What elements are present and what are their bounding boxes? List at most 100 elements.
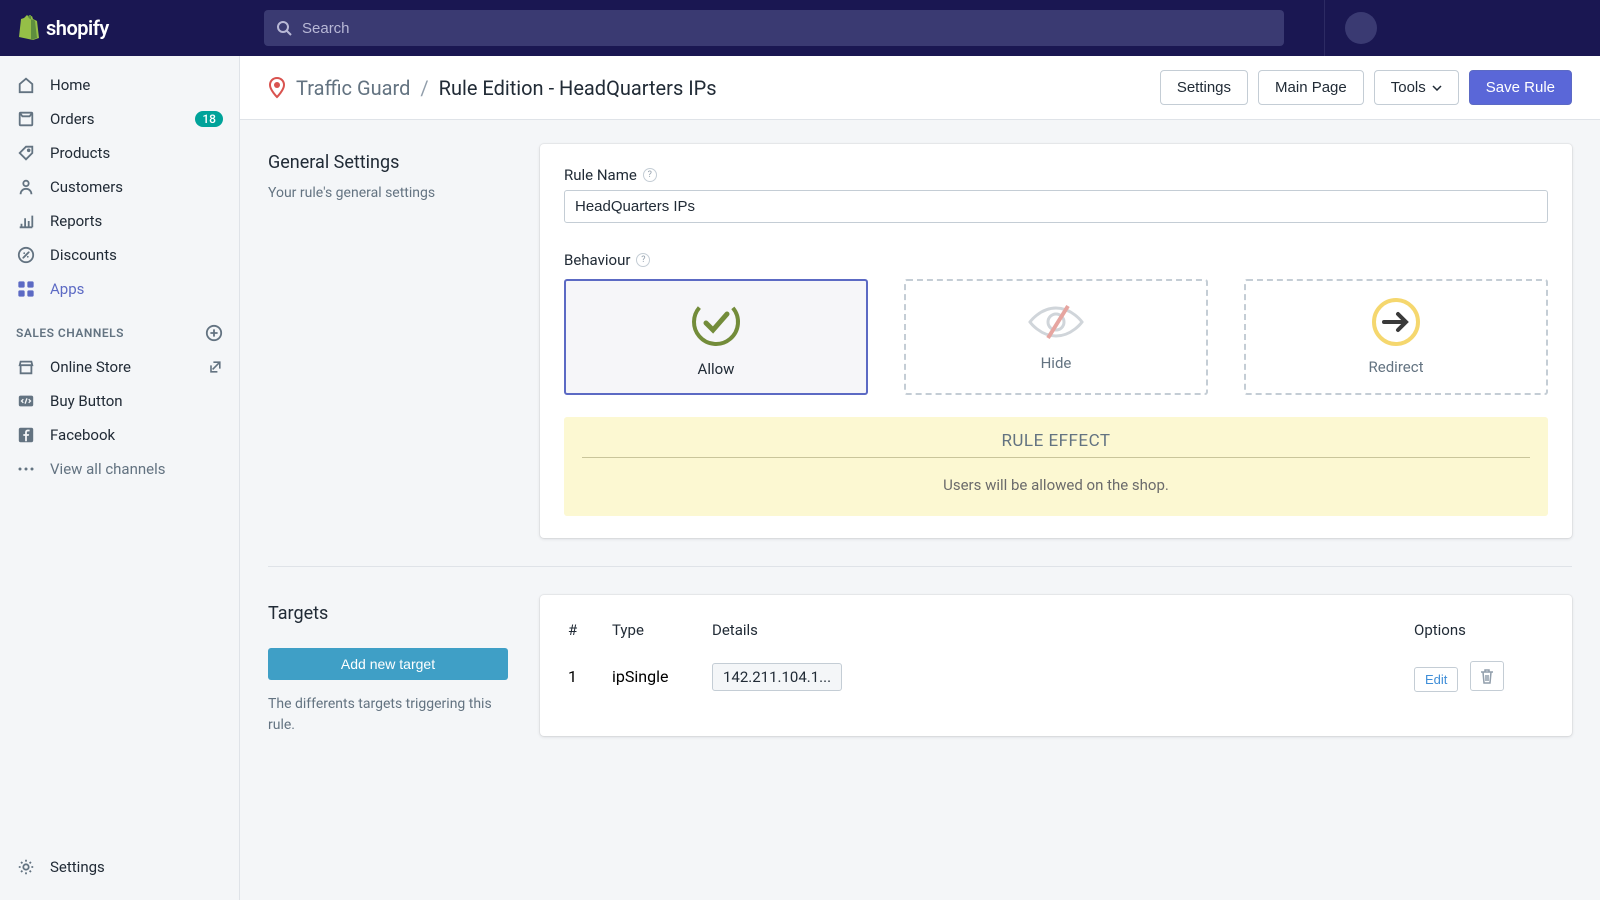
page-header: Traffic Guard / Rule Edition - HeadQuart… [240,56,1600,120]
view-all-channels[interactable]: View all channels [0,452,239,486]
rule-name-label: Rule Name? [564,166,1548,184]
nav-discounts[interactable]: Discounts [0,238,239,272]
hide-eye-icon [1024,302,1088,342]
channels-heading: SALES CHANNELS [0,306,239,350]
discount-icon [16,245,36,265]
tools-dropdown[interactable]: Tools [1374,70,1459,105]
general-settings-heading: General Settings Your rule's general set… [268,144,508,538]
edit-target-button[interactable]: Edit [1414,667,1458,692]
nav-label: Apps [50,280,84,298]
main-page-button[interactable]: Main Page [1258,70,1364,105]
nav-customers[interactable]: Customers [0,170,239,204]
nav-label: Online Store [50,358,131,376]
nav-reports[interactable]: Reports [0,204,239,238]
orders-icon [16,109,36,129]
external-link-icon[interactable] [207,359,223,375]
nav-label: Facebook [50,426,115,444]
brand-logo[interactable]: shopify [16,15,260,41]
nav-label: Settings [50,858,105,876]
chevron-down-icon [1432,85,1442,91]
nav-label: Buy Button [50,392,123,410]
behaviour-label-text: Hide [1041,354,1072,372]
section-title: Targets [268,603,508,624]
label-text: Behaviour [564,251,630,269]
breadcrumb-sep: / [420,76,428,100]
nav-label: Orders [50,110,95,128]
header-actions: Settings Main Page Tools Save Rule [1160,70,1572,105]
help-icon[interactable]: ? [643,168,657,182]
apps-icon [16,279,36,299]
rule-effect-box: RULE EFFECT Users will be allowed on the… [564,417,1548,516]
channel-buy-button[interactable]: Buy Button [0,384,239,418]
general-settings-card: Rule Name? Behaviour? Allow Hide [540,144,1572,538]
gear-icon [16,857,36,877]
row-details: 142.211.104.1... [712,667,1414,686]
settings-button[interactable]: Settings [1160,70,1248,105]
behaviour-label-text: Redirect [1369,358,1424,376]
nav-home[interactable]: Home [0,68,239,102]
breadcrumb: Traffic Guard / Rule Edition - HeadQuart… [268,76,717,100]
nav-label: Customers [50,178,123,196]
ellipsis-icon [16,459,36,479]
nav-apps[interactable]: Apps [0,272,239,306]
table-row: 1 ipSingle 142.211.104.1... Edit [564,651,1548,702]
delete-target-button[interactable] [1470,661,1504,691]
row-num: 1 [568,667,612,686]
col-details: Details [712,621,1414,639]
ip-chip: 142.211.104.1... [712,663,842,691]
targets-table-header: # Type Details Options [564,609,1548,651]
nav-settings[interactable]: Settings [0,850,239,884]
top-bar: shopify [0,0,1600,56]
nav-label: Home [50,76,90,94]
redirect-arrow-icon [1372,298,1420,346]
behaviour-label-text: Allow [698,360,735,378]
nav-products[interactable]: Products [0,136,239,170]
pin-icon [268,76,286,100]
trash-icon [1480,668,1494,684]
orders-badge: 18 [195,111,223,127]
channels-label-text: SALES CHANNELS [16,326,124,340]
allow-check-icon [690,296,742,348]
topbar-divider [1324,0,1325,56]
avatar[interactable] [1345,12,1377,44]
shopify-bag-icon [16,15,40,41]
rule-name-input[interactable] [564,190,1548,223]
section-divider [268,566,1572,567]
behaviour-hide[interactable]: Hide [904,279,1208,395]
behaviour-redirect[interactable]: Redirect [1244,279,1548,395]
nav-label: Reports [50,212,102,230]
app-name: Traffic Guard [296,76,410,100]
targets-heading: Targets Add new target The differents ta… [268,595,508,736]
nav-label: Discounts [50,246,117,264]
channel-facebook[interactable]: Facebook [0,418,239,452]
label-text: Rule Name [564,166,637,184]
targets-card: # Type Details Options 1 ipSingle 142.21… [540,595,1572,736]
page-title: Rule Edition - HeadQuarters IPs [439,76,717,100]
add-target-button[interactable]: Add new target [268,648,508,680]
tag-icon [16,143,36,163]
row-type: ipSingle [612,667,712,686]
store-icon [16,357,36,377]
save-rule-button[interactable]: Save Rule [1469,70,1572,105]
targets-footer-text: The differents targets triggering this r… [268,694,508,736]
chart-icon [16,211,36,231]
home-icon [16,75,36,95]
brand-text: shopify [46,16,109,40]
nav-orders[interactable]: Orders 18 [0,102,239,136]
nav-label: View all channels [50,460,166,478]
main-content: Traffic Guard / Rule Edition - HeadQuart… [240,56,1600,900]
help-icon[interactable]: ? [636,253,650,267]
behaviour-label: Behaviour? [564,251,1548,269]
effect-title: RULE EFFECT [582,431,1530,458]
person-icon [16,177,36,197]
search-icon [276,20,292,36]
code-icon [16,391,36,411]
section-subtitle: Your rule's general settings [268,183,508,204]
add-channel-icon[interactable] [205,324,223,342]
facebook-icon [16,425,36,445]
search-input[interactable] [302,20,1272,37]
search-field[interactable] [264,10,1284,46]
channel-online-store[interactable]: Online Store [0,350,239,384]
col-type: Type [612,621,712,639]
behaviour-allow[interactable]: Allow [564,279,868,395]
